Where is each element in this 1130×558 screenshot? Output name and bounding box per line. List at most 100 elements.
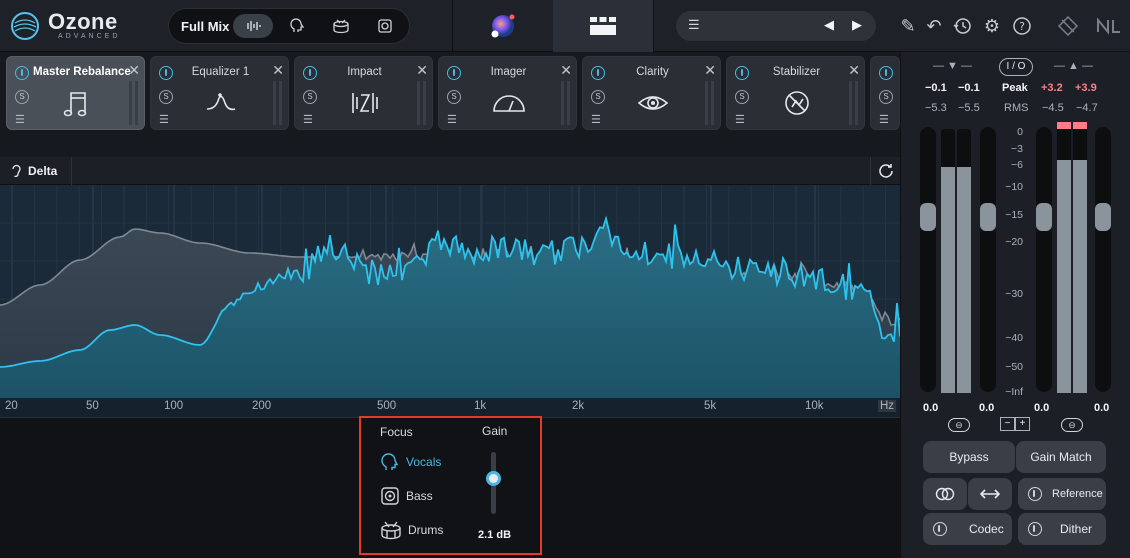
undo-icon[interactable]: ↶: [922, 14, 946, 38]
input-link-icon[interactable]: ⊖: [948, 418, 970, 432]
module-clarity[interactable]: Clarity ✕ S ☰: [582, 56, 721, 130]
modules-view-tab[interactable]: [553, 0, 653, 52]
solo-icon[interactable]: S: [735, 90, 749, 104]
music-note-icon: [63, 92, 87, 117]
module-impact[interactable]: Impact ✕ S ☰: [294, 56, 433, 130]
power-icon[interactable]: [879, 66, 893, 80]
module-equalizer-1[interactable]: Equalizer 1 ✕ S ☰: [150, 56, 289, 130]
solo-icon[interactable]: S: [447, 90, 461, 104]
gain-match-button[interactable]: Gain Match: [1016, 441, 1106, 473]
list-icon[interactable]: ☰: [15, 113, 25, 126]
solo-icon[interactable]: S: [159, 90, 173, 104]
list-icon[interactable]: ☰: [303, 113, 313, 126]
meter-fill: [1073, 160, 1087, 393]
solo-icon[interactable]: S: [303, 90, 317, 104]
module-name: Equalizer 1: [191, 66, 250, 78]
freq-label: 2k: [572, 400, 585, 412]
speaker-mode-button[interactable]: [365, 14, 405, 38]
help-icon[interactable]: ?: [1010, 14, 1034, 38]
ear-icon: [12, 164, 21, 178]
ozone-logo: Ozone ADVANCED: [10, 9, 160, 43]
io-toggle-button[interactable]: I / O: [999, 58, 1033, 76]
vocals-mode-button[interactable]: [277, 14, 317, 38]
close-icon[interactable]: ✕: [560, 62, 572, 79]
codec-button[interactable]: Codec: [923, 513, 1012, 545]
meter-scale: −20: [1005, 236, 1023, 248]
close-icon[interactable]: ✕: [272, 62, 284, 79]
module-master-rebalance[interactable]: Master Rebalance ✕ S ☰: [6, 56, 145, 130]
input-gain-slider[interactable]: [920, 127, 936, 392]
module-name: Stabilizer: [772, 66, 821, 78]
solo-icon[interactable]: S: [591, 90, 605, 104]
close-icon[interactable]: ✕: [704, 62, 716, 79]
stereo-mode-button[interactable]: [923, 478, 967, 510]
history-icon[interactable]: [950, 14, 974, 38]
minus-button[interactable]: −: [1000, 417, 1015, 431]
close-icon[interactable]: ✕: [416, 62, 428, 79]
speaker-icon: [378, 19, 392, 33]
input-meter-left: [941, 129, 955, 393]
module-meter: [129, 81, 132, 125]
focus-drums[interactable]: Drums: [380, 520, 443, 540]
input-collapse-control[interactable]: — ▼ —: [933, 60, 972, 72]
reset-button[interactable]: [870, 157, 900, 185]
module-imager[interactable]: Imager ✕ S ☰: [438, 56, 577, 130]
module-stabilizer[interactable]: Stabilizer ✕ S ☰: [726, 56, 865, 130]
next-preset-icon[interactable]: ▶: [852, 17, 862, 33]
module-meter: [711, 81, 714, 125]
previous-preset-icon[interactable]: ◀: [824, 17, 834, 33]
meter-scale: −50: [1005, 361, 1023, 373]
delta-button[interactable]: Delta: [0, 157, 72, 185]
waveform-mode-button[interactable]: [233, 14, 273, 38]
output-gain-slider-right[interactable]: [1095, 127, 1111, 392]
module-meter: [561, 81, 564, 125]
close-icon[interactable]: ✕: [848, 62, 860, 79]
output-gain-thumb[interactable]: [1095, 203, 1111, 231]
modules-grid-icon: [590, 17, 616, 35]
bypass-button[interactable]: Bypass: [923, 441, 1015, 473]
gain-value: 2.1 dB: [478, 529, 512, 541]
meter-scale: 0: [1017, 126, 1023, 138]
meter-fill: [1057, 160, 1071, 393]
gear-icon[interactable]: ⚙: [980, 14, 1004, 38]
focus-vocals[interactable]: Vocals: [380, 452, 441, 472]
module-meter: [855, 81, 858, 125]
head-icon: [290, 18, 305, 32]
reference-button[interactable]: Reference: [1018, 478, 1106, 510]
input-gain-thumb[interactable]: [920, 203, 936, 231]
gain-slider-thumb[interactable]: [486, 471, 501, 486]
list-icon[interactable]: ☰: [447, 113, 457, 126]
waveform-icon: [247, 21, 261, 31]
solo-icon[interactable]: S: [879, 90, 893, 104]
input-meter-right: [957, 129, 971, 393]
close-icon[interactable]: ✕: [128, 62, 140, 79]
output-gain-thumb[interactable]: [1036, 203, 1052, 231]
list-icon[interactable]: ☰: [159, 113, 169, 126]
plus-button[interactable]: +: [1015, 417, 1030, 431]
pen-icon[interactable]: ✎: [896, 14, 920, 38]
assistant-tab[interactable]: [453, 0, 553, 52]
power-icon[interactable]: [15, 66, 29, 80]
focus-bass[interactable]: Bass: [380, 486, 433, 506]
list-icon[interactable]: ☰: [879, 113, 889, 126]
list-icon[interactable]: ☰: [591, 113, 601, 126]
reference-label: Reference: [1052, 488, 1103, 500]
solo-icon[interactable]: S: [15, 90, 29, 104]
preset-selector[interactable]: ☰ ◀ ▶: [676, 11, 876, 41]
meter-fill: [957, 167, 971, 393]
output-rms-right: −4.7: [1076, 102, 1098, 114]
stereo-circles-icon: [935, 487, 955, 501]
output-peak-right: +3.9: [1075, 82, 1097, 94]
swap-channels-button[interactable]: [968, 478, 1012, 510]
output-gain-slider[interactable]: [1036, 127, 1052, 392]
list-icon[interactable]: ☰: [735, 113, 745, 126]
meter-scale: −10: [1005, 181, 1023, 193]
eye-icon: [637, 96, 669, 110]
focus-label: Bass: [406, 489, 433, 503]
output-link-icon[interactable]: ⊖: [1061, 418, 1083, 432]
drums-mode-button[interactable]: [321, 14, 361, 38]
module-partial[interactable]: S ☰: [870, 56, 900, 130]
output-collapse-control[interactable]: — ▲ —: [1054, 60, 1093, 72]
dither-button[interactable]: Dither: [1018, 513, 1106, 545]
output-gain-right-value: 0.0: [1094, 402, 1110, 414]
